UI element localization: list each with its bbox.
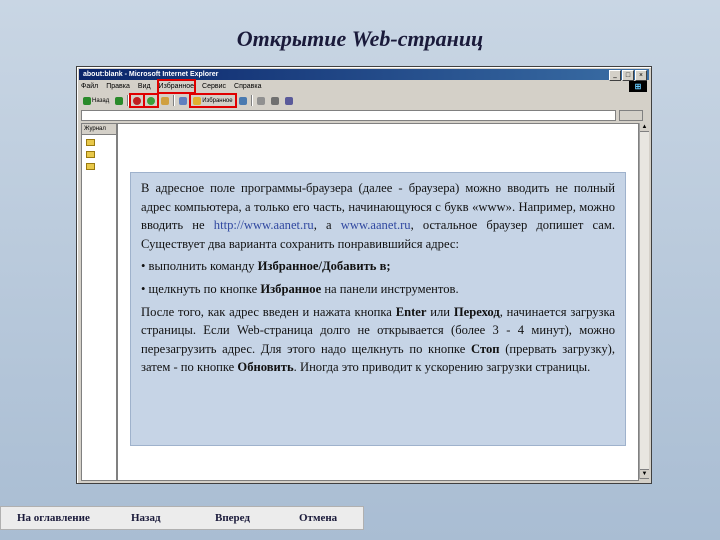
favorites-button[interactable]: Избранное (189, 93, 237, 108)
edit-icon (284, 96, 293, 105)
vertical-scrollbar[interactable]: ▲ ▼ (639, 123, 649, 479)
command-name: Избранное (260, 281, 322, 296)
home-icon (161, 96, 170, 105)
history-panel: Журнал (81, 123, 117, 481)
windows-logo-icon: ⊞ (629, 81, 647, 92)
mail-button[interactable] (255, 95, 267, 106)
paragraph-loading: После того, как адрес введен и нажата кн… (141, 303, 615, 377)
history-item[interactable] (86, 161, 116, 171)
refresh-icon (147, 96, 156, 105)
command-name: Переход (453, 304, 500, 319)
toolbar-separator (250, 95, 253, 106)
bullet-favorites-button: • щелкнуть по кнопке Избранное на панели… (141, 280, 615, 299)
stop-button[interactable] (129, 93, 146, 108)
back-arrow-icon (83, 96, 91, 105)
print-button[interactable] (269, 95, 281, 106)
command-name: Избранное/Добавить в; (257, 259, 391, 274)
folder-icon (86, 138, 95, 146)
paragraph-address: В адресное поле программы-браузера (дале… (141, 179, 615, 253)
text-segment: • выполнить команду (141, 259, 258, 274)
toc-link[interactable]: На оглавление (17, 512, 90, 524)
favorites-icon (193, 96, 202, 105)
slide-title: Открытие Web-страниц (236, 26, 484, 51)
address-input[interactable] (81, 109, 616, 121)
toolbar-separator (127, 95, 130, 106)
url-example-full: http://www.aanet.ru (213, 218, 314, 233)
slide-navigation-bar: На оглавление Назад Вперед Отмена (0, 506, 364, 530)
search-button[interactable] (177, 95, 189, 106)
command-name: Обновить (237, 360, 294, 375)
history-item[interactable] (86, 149, 116, 159)
text-segment: . Иногда это приводит к ускорению загруз… (293, 360, 591, 375)
menu-help[interactable]: Справка (234, 81, 261, 92)
back-link[interactable]: Назад (131, 512, 161, 524)
minimize-button[interactable]: _ (609, 70, 621, 81)
bullet-add-favorites: • выполнить команду Избранное/Добавить в… (141, 257, 615, 276)
maximize-button[interactable]: □ (622, 70, 634, 81)
explanation-text-box: В адресное поле программы-браузера (дале… (130, 172, 626, 446)
scroll-up-icon[interactable]: ▲ (640, 123, 649, 132)
stop-icon (133, 96, 142, 105)
favorites-button-label: Избранное (202, 97, 233, 104)
history-item[interactable] (86, 137, 116, 147)
menu-bar: Файл Правка Вид Избранное Сервис Справка (81, 79, 261, 94)
key-name: Enter (395, 304, 427, 319)
menu-edit[interactable]: Правка (106, 81, 130, 92)
text-segment: , а (313, 218, 341, 233)
cancel-link[interactable]: Отмена (299, 512, 337, 524)
text-segment: • щелкнуть по кнопке (141, 281, 261, 296)
menu-tools[interactable]: Сервис (202, 81, 226, 92)
close-button[interactable]: × (635, 70, 647, 81)
text-segment: После того, как адрес введен и нажата кн… (141, 304, 396, 319)
folder-icon (86, 162, 95, 170)
refresh-button[interactable] (143, 93, 160, 108)
address-bar (81, 109, 643, 121)
scroll-down-icon[interactable]: ▼ (640, 469, 649, 479)
text-segment: или (426, 304, 454, 319)
print-icon (270, 96, 279, 105)
browser-title: about:blank - Microsoft Internet Explore… (83, 71, 219, 78)
history-button[interactable] (237, 95, 249, 106)
menu-favorites[interactable]: Избранное (156, 79, 197, 94)
edit-button[interactable] (283, 95, 295, 106)
history-panel-header: Журнал (82, 124, 116, 135)
text-segment: на панели инструментов. (321, 281, 459, 296)
search-icon (179, 96, 188, 105)
back-button[interactable]: Назад (81, 95, 111, 106)
menu-file[interactable]: Файл (81, 81, 98, 92)
menu-view[interactable]: Вид (138, 81, 151, 92)
back-button-label: Назад (92, 97, 110, 104)
forward-button[interactable] (113, 95, 125, 106)
browser-titlebar: about:blank - Microsoft Internet Explore… (79, 69, 649, 80)
forward-link[interactable]: Вперед (215, 512, 250, 524)
toolbar: Назад Избранное (81, 93, 626, 108)
history-icon (238, 96, 247, 105)
window-controls: _ □ × (609, 70, 647, 81)
folder-icon (86, 150, 95, 158)
mail-icon (256, 96, 265, 105)
toolbar-separator (173, 95, 176, 106)
url-example-short: www.aanet.ru (340, 218, 411, 233)
forward-arrow-icon (115, 96, 124, 105)
go-button[interactable] (619, 109, 643, 121)
home-button[interactable] (159, 95, 171, 106)
command-name: Стоп (471, 341, 500, 356)
